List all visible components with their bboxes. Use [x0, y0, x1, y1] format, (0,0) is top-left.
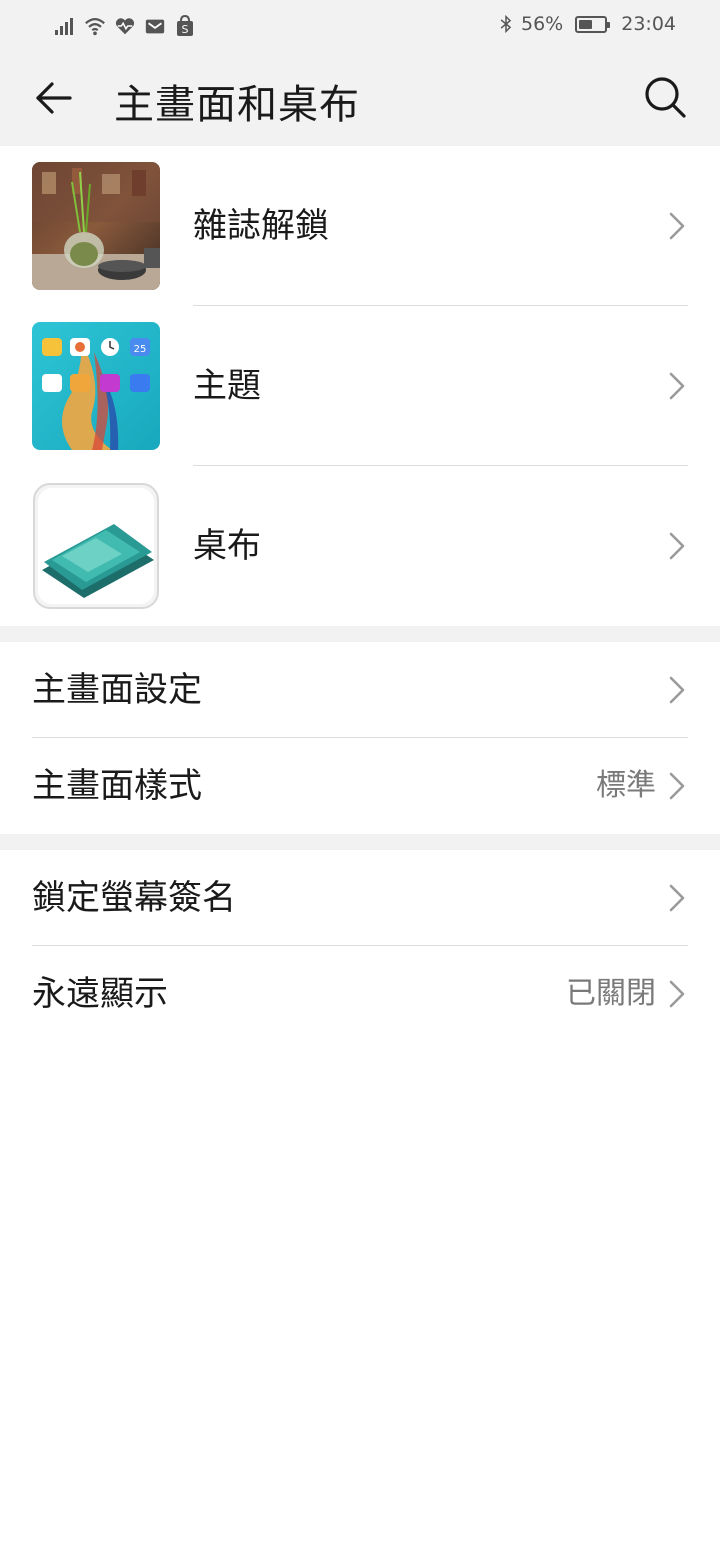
status-time: 23:04 [621, 13, 676, 35]
chevron-right-icon [669, 532, 685, 560]
wallpaper-thumbnail [32, 482, 160, 610]
list-item-label: 雜誌解鎖 [193, 206, 329, 246]
magazine-unlock-thumbnail [32, 162, 160, 290]
battery-level [579, 19, 593, 29]
status-left-icons: S [54, 12, 196, 40]
battery-icon [575, 15, 611, 33]
theme-thumbnail: 25 [32, 322, 160, 450]
chevron-right-icon [669, 980, 685, 1008]
list-item-magazine-unlock[interactable]: 雜誌解鎖 [0, 146, 720, 306]
list-item-always-on-display[interactable]: 永遠顯示 已關閉 [0, 946, 720, 1042]
page-title: 主畫面和桌布 [114, 82, 360, 128]
svg-text:S: S [182, 23, 189, 36]
appearance-section: 雜誌解鎖 25 主題 桌布 [0, 146, 720, 626]
lock-screen-section: 鎖定螢幕簽名 永遠顯示 已關閉 [0, 850, 720, 1042]
list-item-home-screen-style[interactable]: 主畫面樣式 標準 [0, 738, 720, 834]
list-item-theme[interactable]: 25 主題 [0, 306, 720, 466]
list-item-label: 主畫面樣式 [32, 766, 202, 806]
chevron-right-icon [669, 772, 685, 800]
chevron-right-icon [669, 212, 685, 240]
wifi-icon [85, 18, 105, 36]
list-item-wallpaper[interactable]: 桌布 [0, 466, 720, 626]
list-item-label: 主畫面設定 [32, 670, 202, 710]
list-item-value: 已關閉 [566, 976, 656, 1011]
chevron-right-icon [669, 372, 685, 400]
list-item-value: 標準 [596, 768, 656, 803]
mail-icon [145, 19, 165, 34]
list-item-home-screen-settings[interactable]: 主畫面設定 [0, 642, 720, 738]
chevron-right-icon [669, 884, 685, 912]
chevron-right-icon [669, 676, 685, 704]
list-item-lock-screen-signature[interactable]: 鎖定螢幕簽名 [0, 850, 720, 946]
status-right-icons: 56% 23:04 [497, 10, 676, 38]
home-screen-section: 主畫面設定 主畫面樣式 標準 [0, 642, 720, 834]
svg-text:25: 25 [134, 344, 147, 355]
search-icon[interactable] [642, 74, 688, 120]
list-item-label: 桌布 [193, 526, 261, 566]
section-gap [0, 834, 720, 850]
back-arrow-icon[interactable] [30, 76, 78, 120]
heart-icon [115, 18, 135, 35]
list-item-label: 鎖定螢幕簽名 [32, 878, 236, 918]
status-bar: S 56% 23:04 [0, 0, 720, 50]
list-item-label: 主題 [193, 366, 261, 406]
shop-icon: S [177, 15, 193, 36]
bluetooth-icon [500, 14, 512, 34]
signal-icon [55, 18, 73, 35]
section-gap [0, 626, 720, 642]
app-bar: 主畫面和桌布 [0, 50, 720, 146]
battery-percent: 56% [521, 13, 564, 35]
list-item-label: 永遠顯示 [32, 974, 168, 1014]
